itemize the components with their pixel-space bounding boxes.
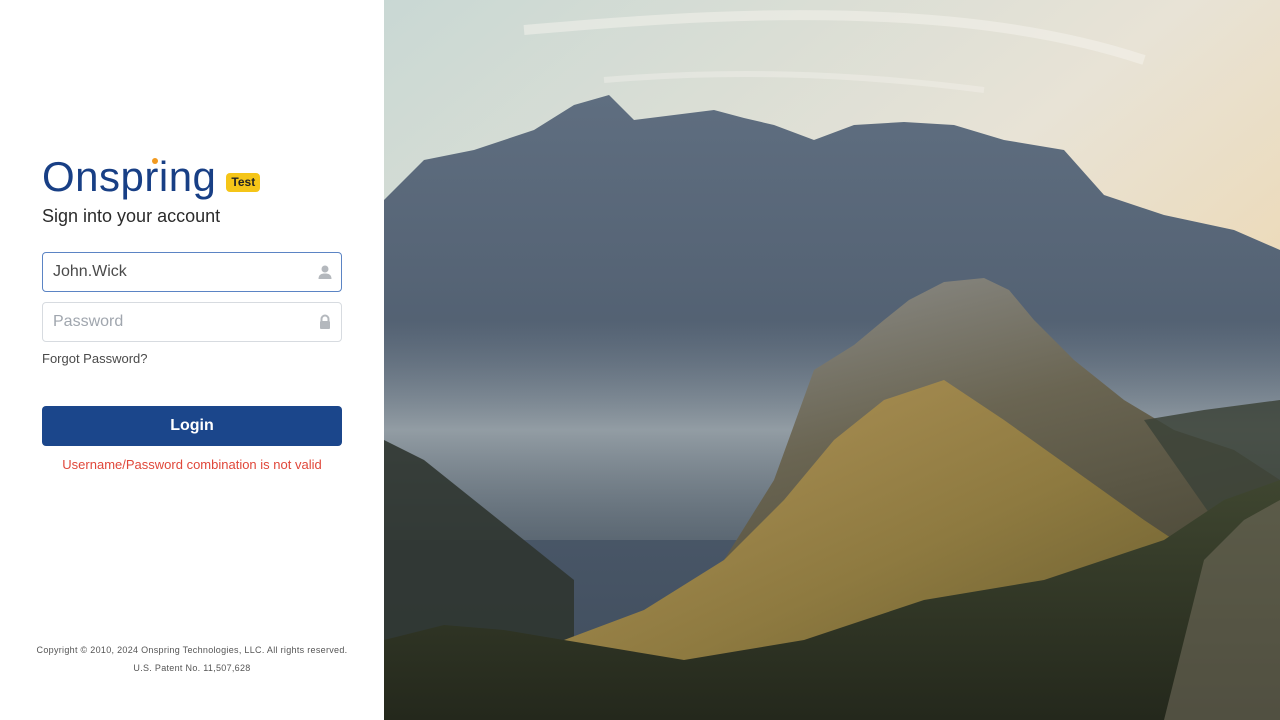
password-field[interactable] [42,302,342,342]
username-field[interactable] [42,252,342,292]
brand-header: Onspring Test [42,152,261,198]
logo-dot [152,158,158,164]
patent-text: U.S. Patent No. 11,507,628 [133,663,251,673]
password-input[interactable] [43,303,313,341]
login-page: Onspring Test Sign into your account For… [0,0,1280,720]
footer: Copyright © 2010, 2024 Onspring Technolo… [0,641,384,677]
error-message: Username/Password combination is not val… [62,457,322,472]
onspring-logo: Onspring [42,156,216,198]
mountain-landscape-image [384,0,1280,720]
login-button[interactable]: Login [42,406,342,446]
login-panel: Onspring Test Sign into your account For… [0,0,384,720]
username-input[interactable] [43,253,313,291]
mountain-landscape-svg [384,0,1280,720]
lock-icon [320,314,330,329]
sign-in-heading: Sign into your account [42,206,221,226]
logo-text: Onspring [42,153,217,200]
environment-badge: Test [226,173,261,192]
copyright-text: Copyright © 2010, 2024 Onspring Technolo… [36,645,348,655]
forgot-password-link[interactable]: Forgot Password? [42,351,148,366]
user-icon [318,265,332,279]
